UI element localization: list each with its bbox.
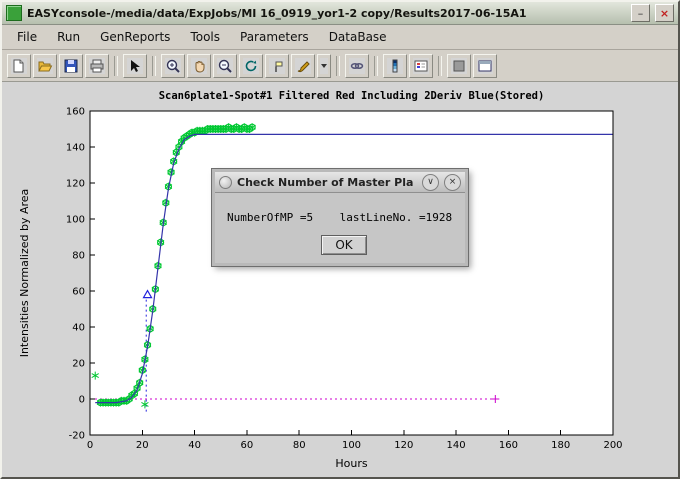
- dialog-title: Check Number of Master Pla: [237, 176, 417, 189]
- insert-colorbar-icon: [387, 58, 403, 74]
- toolbar-show-plot-tools-button[interactable]: [473, 54, 497, 78]
- rotate-3d-icon: [243, 58, 259, 74]
- svg-text:20: 20: [72, 359, 85, 370]
- svg-text:-20: -20: [69, 431, 85, 442]
- chart-canvas[interactable]: 020406080100120140160180200-200204060801…: [2, 82, 678, 479]
- toolbar-brush-dropdown-button[interactable]: [317, 54, 331, 78]
- svg-text:20: 20: [136, 440, 149, 451]
- svg-text:80: 80: [293, 440, 306, 451]
- dialog-app-icon: [219, 176, 232, 189]
- dialog-body: NumberOfMP =5 lastLineNo. =1928 OK: [215, 193, 465, 263]
- menubar: FileRunGenReportsToolsParametersDataBase: [2, 25, 678, 50]
- svg-text:200: 200: [603, 440, 622, 451]
- menu-run[interactable]: Run: [48, 27, 89, 47]
- dialog-titlebar[interactable]: Check Number of Master Pla ∨ ×: [215, 172, 465, 193]
- svg-text:180: 180: [551, 440, 570, 451]
- toolbar-separator: [152, 56, 156, 76]
- svg-text:60: 60: [72, 287, 85, 298]
- print-figure-icon: [89, 58, 105, 74]
- menu-file[interactable]: File: [8, 27, 46, 47]
- edit-plot-icon: [127, 58, 143, 74]
- toolbar-zoom-in-button[interactable]: [161, 54, 185, 78]
- toolbar-separator: [438, 56, 442, 76]
- svg-text:80: 80: [72, 251, 85, 262]
- app-window: EASYconsole-/media/data/ExpJobs/MI 16_09…: [0, 0, 680, 479]
- svg-text:100: 100: [342, 440, 361, 451]
- svg-text:120: 120: [394, 440, 413, 451]
- toolbar-open-file-button[interactable]: [33, 54, 57, 78]
- svg-text:60: 60: [241, 440, 254, 451]
- svg-text:160: 160: [66, 107, 85, 118]
- dialog-check-number-of-master-plates: Check Number of Master Pla ∨ × NumberOfM…: [212, 169, 468, 266]
- figure-area: 020406080100120140160180200-200204060801…: [2, 82, 678, 479]
- minimize-button[interactable]: –: [631, 4, 650, 22]
- toolbar-separator: [336, 56, 340, 76]
- titlebar[interactable]: EASYconsole-/media/data/ExpJobs/MI 16_09…: [2, 2, 678, 25]
- dialog-message: NumberOfMP =5 lastLineNo. =1928: [227, 211, 452, 224]
- zoom-in-icon: [165, 58, 181, 74]
- toolbar-rotate-3d-button[interactable]: [239, 54, 263, 78]
- pan-icon: [191, 58, 207, 74]
- svg-text:40: 40: [188, 440, 201, 451]
- link-plot-icon: [349, 58, 365, 74]
- menu-genreports[interactable]: GenReports: [91, 27, 179, 47]
- svg-text:Scan6plate1-Spot#1 Filtered Re: Scan6plate1-Spot#1 Filtered Red Includin…: [159, 90, 545, 102]
- toolbar-insert-colorbar-button[interactable]: [383, 54, 407, 78]
- open-file-icon: [37, 58, 53, 74]
- new-figure-icon: [11, 58, 27, 74]
- toolbar-link-plot-button[interactable]: [345, 54, 369, 78]
- svg-text:120: 120: [66, 179, 85, 190]
- app-icon: [6, 5, 22, 21]
- svg-text:140: 140: [447, 440, 466, 451]
- dialog-rollup-button[interactable]: ∨: [422, 174, 439, 191]
- brush-icon: [295, 58, 311, 74]
- show-plot-tools-icon: [477, 58, 493, 74]
- toolbar-print-figure-button[interactable]: [85, 54, 109, 78]
- dialog-close-button[interactable]: ×: [444, 174, 461, 191]
- toolbar-zoom-out-button[interactable]: [213, 54, 237, 78]
- menu-database[interactable]: DataBase: [320, 27, 396, 47]
- zoom-out-icon: [217, 58, 233, 74]
- hide-plot-tools-icon: [451, 58, 467, 74]
- toolbar-data-cursor-button[interactable]: [265, 54, 289, 78]
- toolbar-save-figure-button[interactable]: [59, 54, 83, 78]
- close-button[interactable]: ×: [655, 4, 674, 22]
- svg-text:0: 0: [87, 440, 93, 451]
- svg-text:Intensities Normalized by Area: Intensities Normalized by Area: [18, 189, 31, 358]
- ok-button[interactable]: OK: [321, 235, 367, 255]
- svg-text:160: 160: [499, 440, 518, 451]
- save-figure-icon: [63, 58, 79, 74]
- svg-text:100: 100: [66, 215, 85, 226]
- svg-text:0: 0: [79, 395, 85, 406]
- toolbar-brush-button[interactable]: [291, 54, 315, 78]
- toolbar-edit-plot-button[interactable]: [123, 54, 147, 78]
- toolbar-separator: [374, 56, 378, 76]
- toolbar-pan-button[interactable]: [187, 54, 211, 78]
- svg-text:40: 40: [72, 323, 85, 334]
- toolbar-separator: [114, 56, 118, 76]
- menu-parameters[interactable]: Parameters: [231, 27, 318, 47]
- toolbar: [2, 50, 678, 82]
- brush-dropdown-icon: [320, 58, 328, 74]
- toolbar-insert-legend-button[interactable]: [409, 54, 433, 78]
- toolbar-new-figure-button[interactable]: [7, 54, 31, 78]
- menu-tools[interactable]: Tools: [181, 27, 229, 47]
- window-title: EASYconsole-/media/data/ExpJobs/MI 16_09…: [27, 7, 626, 20]
- toolbar-hide-plot-tools-button[interactable]: [447, 54, 471, 78]
- data-cursor-icon: [269, 58, 285, 74]
- svg-text:Hours: Hours: [335, 457, 367, 470]
- insert-legend-icon: [413, 58, 429, 74]
- svg-text:140: 140: [66, 143, 85, 154]
